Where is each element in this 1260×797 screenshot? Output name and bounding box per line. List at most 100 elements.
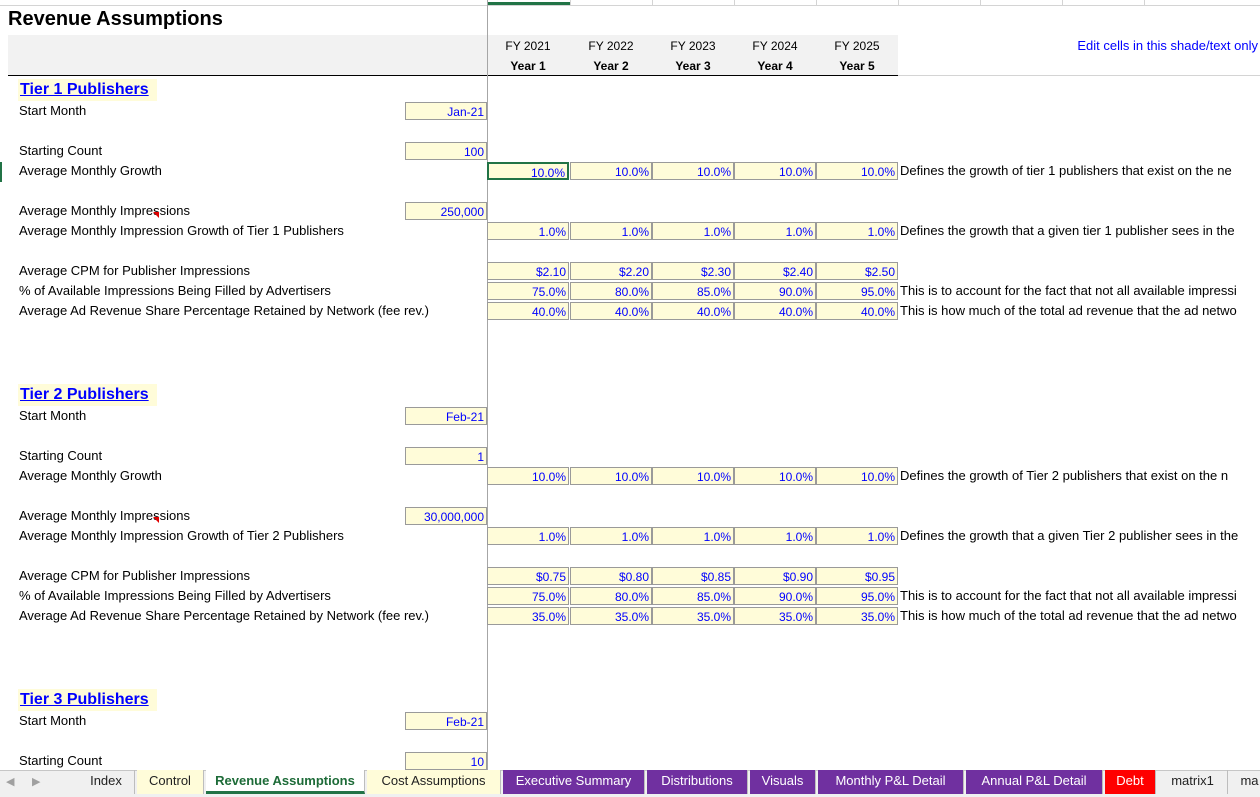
- row-label: Starting Count: [19, 448, 103, 463]
- impression-growth-cell[interactable]: 1.0%: [487, 222, 569, 240]
- impression-growth-cell[interactable]: 1.0%: [734, 527, 816, 545]
- fill-rate-cell[interactable]: 85.0%: [652, 587, 734, 605]
- fill-rate-cell[interactable]: 80.0%: [570, 282, 652, 300]
- sheet-tab-visuals[interactable]: Visuals: [750, 770, 816, 794]
- active-row-marker: [0, 162, 2, 182]
- monthly-growth-cell[interactable]: 10.0%: [652, 467, 734, 485]
- fiscal-year-header: FY 2021: [505, 39, 551, 53]
- revenue-share-cell[interactable]: 40.0%: [487, 302, 569, 320]
- monthly-growth-cell[interactable]: 10.0%: [570, 467, 652, 485]
- row-label: Start Month: [19, 713, 87, 728]
- row-label: Starting Count: [19, 753, 103, 768]
- impressions-input[interactable]: 250,000: [405, 202, 487, 220]
- revenue-share-cell[interactable]: 35.0%: [487, 607, 569, 625]
- cpm-cell[interactable]: $0.90: [734, 567, 816, 585]
- impression-growth-cell[interactable]: 1.0%: [652, 527, 734, 545]
- sheet-tab-control[interactable]: Control: [137, 770, 204, 794]
- fiscal-year-header: FY 2025: [834, 39, 880, 53]
- impression-growth-cell[interactable]: 1.0%: [487, 527, 569, 545]
- revenue-share-cell[interactable]: 35.0%: [652, 607, 734, 625]
- sheet-tab-monthly-p-l-detail[interactable]: Monthly P&L Detail: [818, 770, 964, 794]
- year-index-header: Year 4: [757, 59, 793, 73]
- monthly-growth-cell[interactable]: 10.0%: [487, 467, 569, 485]
- row-note: Defines the growth of tier 1 publishers …: [900, 163, 1232, 178]
- impression-growth-cell[interactable]: 1.0%: [652, 222, 734, 240]
- fill-rate-cell[interactable]: 90.0%: [734, 282, 816, 300]
- scroll-tabs-right-icon[interactable]: ▶: [32, 775, 40, 788]
- cpm-cell[interactable]: $2.30: [652, 262, 734, 280]
- monthly-growth-cell[interactable]: 10.0%: [734, 467, 816, 485]
- row-label: Average Monthly Impression Growth of Tie…: [19, 223, 344, 238]
- impression-growth-cell[interactable]: 1.0%: [816, 527, 898, 545]
- fill-rate-cell[interactable]: 80.0%: [570, 587, 652, 605]
- starting-count-input[interactable]: 1: [405, 447, 487, 465]
- monthly-growth-cell[interactable]: 10.0%: [570, 162, 652, 180]
- cpm-cell[interactable]: $0.95: [816, 567, 898, 585]
- impressions-input[interactable]: 30,000,000: [405, 507, 487, 525]
- sheet-tab-executive-summary[interactable]: Executive Summary: [503, 770, 645, 794]
- tier-heading[interactable]: Tier 1 Publishers: [18, 79, 157, 101]
- sheet-tab-revenue-assumptions[interactable]: Revenue Assumptions: [206, 770, 365, 794]
- row-label: Average Monthly Growth: [19, 468, 162, 483]
- revenue-share-cell[interactable]: 40.0%: [652, 302, 734, 320]
- comment-indicator-icon: [153, 212, 159, 218]
- sheet-tab-ma[interactable]: ma: [1230, 770, 1260, 794]
- revenue-share-cell[interactable]: 40.0%: [816, 302, 898, 320]
- monthly-growth-cell[interactable]: 10.0%: [487, 162, 569, 180]
- monthly-growth-cell[interactable]: 10.0%: [816, 467, 898, 485]
- revenue-share-cell[interactable]: 35.0%: [570, 607, 652, 625]
- sheet-tab-debt[interactable]: Debt: [1105, 770, 1156, 794]
- cpm-cell[interactable]: $0.80: [570, 567, 652, 585]
- fill-rate-cell[interactable]: 90.0%: [734, 587, 816, 605]
- cpm-cell[interactable]: $2.50: [816, 262, 898, 280]
- row-label: Average Ad Revenue Share Percentage Reta…: [19, 608, 429, 623]
- starting-count-input[interactable]: 10: [405, 752, 487, 770]
- row-label: Average Monthly Impressions: [19, 203, 191, 218]
- cpm-cell[interactable]: $0.75: [487, 567, 569, 585]
- sheet-tab-index[interactable]: Index: [78, 770, 135, 794]
- cpm-cell[interactable]: $2.20: [570, 262, 652, 280]
- sheet-tab-matrix1[interactable]: matrix1: [1158, 770, 1228, 794]
- fiscal-year-header: FY 2023: [670, 39, 716, 53]
- cpm-cell[interactable]: $0.85: [652, 567, 734, 585]
- start-month-input[interactable]: Jan-21: [405, 102, 487, 120]
- tier-heading[interactable]: Tier 2 Publishers: [18, 384, 157, 406]
- impression-growth-cell[interactable]: 1.0%: [816, 222, 898, 240]
- scroll-tabs-left-icon[interactable]: ◀: [6, 775, 14, 788]
- cpm-cell[interactable]: $2.40: [734, 262, 816, 280]
- row-label: Average Ad Revenue Share Percentage Reta…: [19, 303, 429, 318]
- fill-rate-cell[interactable]: 95.0%: [816, 587, 898, 605]
- fill-rate-cell[interactable]: 95.0%: [816, 282, 898, 300]
- monthly-growth-cell[interactable]: 10.0%: [816, 162, 898, 180]
- start-month-input[interactable]: Feb-21: [405, 407, 487, 425]
- impression-growth-cell[interactable]: 1.0%: [734, 222, 816, 240]
- revenue-share-cell[interactable]: 35.0%: [734, 607, 816, 625]
- row-note: Defines the growth that a given Tier 2 p…: [900, 528, 1239, 543]
- revenue-share-cell[interactable]: 40.0%: [570, 302, 652, 320]
- worksheet: Revenue Assumptions Edit cells in this s…: [0, 0, 1260, 770]
- row-label: Average CPM for Publisher Impressions: [19, 568, 250, 583]
- monthly-growth-cell[interactable]: 10.0%: [734, 162, 816, 180]
- row-label: Average Monthly Growth: [19, 163, 162, 178]
- row-note: Defines the growth that a given tier 1 p…: [900, 223, 1235, 238]
- fill-rate-cell[interactable]: 75.0%: [487, 587, 569, 605]
- impression-growth-cell[interactable]: 1.0%: [570, 527, 652, 545]
- tier-heading[interactable]: Tier 3 Publishers: [18, 689, 157, 711]
- sheet-tab-distributions[interactable]: Distributions: [647, 770, 748, 794]
- sheet-tab-cost-assumptions[interactable]: Cost Assumptions: [367, 770, 501, 794]
- sheet-tab-annual-p-l-detail[interactable]: Annual P&L Detail: [966, 770, 1103, 794]
- monthly-growth-cell[interactable]: 10.0%: [652, 162, 734, 180]
- impression-growth-cell[interactable]: 1.0%: [570, 222, 652, 240]
- revenue-share-cell[interactable]: 35.0%: [816, 607, 898, 625]
- fiscal-year-header: FY 2024: [752, 39, 798, 53]
- revenue-share-cell[interactable]: 40.0%: [734, 302, 816, 320]
- row-label: Start Month: [19, 408, 87, 423]
- fill-rate-cell[interactable]: 85.0%: [652, 282, 734, 300]
- row-note: This is how much of the total ad revenue…: [900, 608, 1237, 623]
- start-month-input[interactable]: Feb-21: [405, 712, 487, 730]
- row-note: This is to account for the fact that not…: [900, 283, 1237, 298]
- cpm-cell[interactable]: $2.10: [487, 262, 569, 280]
- fill-rate-cell[interactable]: 75.0%: [487, 282, 569, 300]
- starting-count-input[interactable]: 100: [405, 142, 487, 160]
- row-label: Start Month: [19, 103, 87, 118]
